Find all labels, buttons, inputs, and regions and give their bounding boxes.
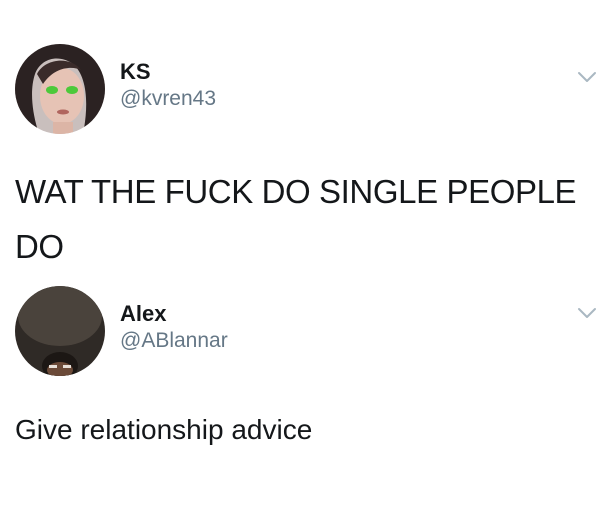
avatar[interactable] [15, 286, 105, 376]
chevron-down-icon[interactable] [577, 306, 597, 320]
display-name[interactable]: KS [120, 59, 151, 85]
user-handle[interactable]: @kvren43 [120, 87, 216, 111]
avatar[interactable] [15, 44, 105, 134]
chevron-down-icon[interactable] [577, 70, 597, 84]
tweet: Alex @ABlannar Give relationship advice [0, 276, 604, 528]
avatar-image [15, 44, 105, 134]
avatar-image [15, 286, 105, 376]
tweet-text: Give relationship advice [15, 414, 313, 445]
tweet: KS @kvren43 WAT THE FUCK DO SINGLE PEOPL… [0, 0, 604, 276]
tweet-text: WAT THE FUCK DO SINGLE PEOPLE DO [15, 173, 577, 265]
display-name[interactable]: Alex [120, 301, 166, 327]
user-handle[interactable]: @ABlannar [120, 329, 228, 353]
